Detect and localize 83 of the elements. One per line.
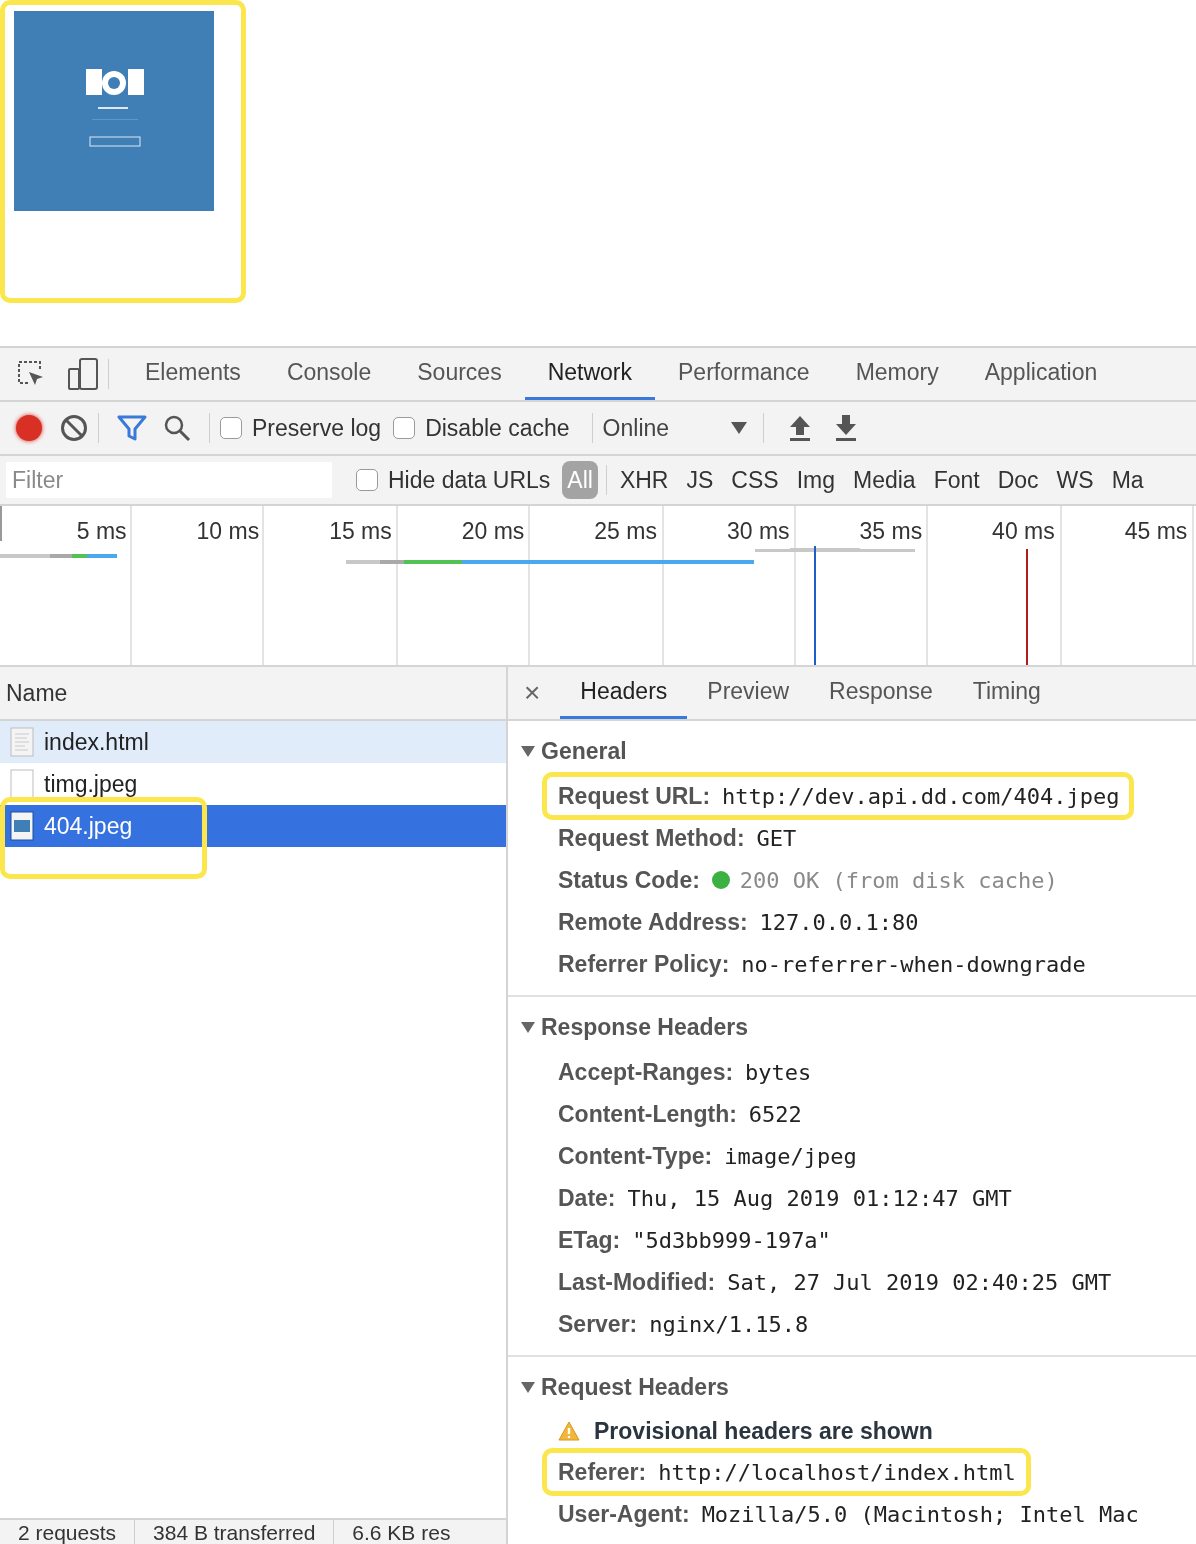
header-value: 127.0.0.1:80 bbox=[759, 908, 919, 937]
type-filter-chip[interactable]: Media bbox=[847, 461, 921, 499]
detail-tab[interactable]: Preview bbox=[687, 667, 810, 719]
checkbox-option[interactable]: Preserve log bbox=[220, 410, 382, 446]
device-toggle-icon[interactable] bbox=[68, 358, 98, 390]
type-filter-chip[interactable]: WS bbox=[1051, 461, 1099, 499]
header-name: Status Code: bbox=[558, 865, 700, 895]
header-value: bytes bbox=[745, 1058, 812, 1087]
status-text: 2 requests bbox=[17, 1521, 118, 1543]
search-icon[interactable] bbox=[163, 414, 191, 442]
request-name: index.html bbox=[44, 727, 149, 757]
request-name: 404.jpeg bbox=[44, 811, 133, 841]
header-value: image/jpeg bbox=[724, 1142, 857, 1171]
checkbox-option[interactable]: Disable cache bbox=[393, 410, 570, 446]
upload-icon[interactable] bbox=[787, 415, 812, 441]
caret-icon[interactable] bbox=[521, 1021, 535, 1033]
header-value: 200 OK (from disk cache) bbox=[739, 866, 1058, 895]
header-name: Date: bbox=[558, 1183, 616, 1213]
header-value: GET bbox=[756, 824, 797, 853]
panel-tab[interactable]: Memory bbox=[832, 348, 962, 400]
request-row[interactable]: index.html bbox=[0, 721, 506, 763]
header-value: Mozilla/5.0 (Macintosh; Intel Mac bbox=[701, 1500, 1139, 1529]
header-name: Request Method: bbox=[558, 823, 745, 853]
panel-tab[interactable]: Console bbox=[263, 348, 395, 400]
header-name: Accept-Ranges: bbox=[558, 1057, 734, 1087]
header-name: Referrer Policy: bbox=[558, 949, 730, 979]
panel-tab[interactable]: Application bbox=[961, 348, 1121, 400]
section-title[interactable]: Request Headers bbox=[541, 1369, 729, 1405]
header-name: ETag: bbox=[558, 1225, 621, 1255]
detail-tab[interactable]: Timing bbox=[952, 667, 1061, 719]
checkbox-option[interactable]: Hide data URLs bbox=[356, 462, 551, 498]
header-name: Content-Length: bbox=[558, 1099, 737, 1129]
type-filter-chip[interactable]: Doc bbox=[992, 461, 1044, 499]
record-button[interactable] bbox=[16, 415, 42, 441]
section-title[interactable]: General bbox=[541, 733, 627, 769]
header-value: http://dev.api.dd.com/404.jpeg bbox=[722, 782, 1120, 811]
header-value: 6522 bbox=[748, 1100, 802, 1129]
header-value: Thu, 15 Aug 2019 01:12:47 GMT bbox=[627, 1184, 1012, 1213]
header-value: no-referrer-when-downgrade bbox=[741, 950, 1086, 979]
throttling-dropdown[interactable]: Online bbox=[602, 410, 753, 446]
header-value: http://localhost/index.html bbox=[658, 1458, 1016, 1487]
header-name: User-Agent: bbox=[558, 1499, 690, 1529]
clear-icon[interactable] bbox=[60, 414, 88, 442]
type-filter-chip[interactable]: Img bbox=[791, 461, 840, 499]
header-name: Last-Modified: bbox=[558, 1267, 716, 1297]
panel-tab[interactable]: Performance bbox=[655, 348, 833, 400]
header-name: Referer: bbox=[558, 1457, 647, 1487]
column-header: Name bbox=[6, 678, 68, 708]
checkbox[interactable] bbox=[220, 417, 242, 439]
detail-tab[interactable]: Response bbox=[809, 667, 953, 719]
warning-message: Provisional headers are shown bbox=[594, 1416, 933, 1446]
file-icon bbox=[10, 769, 34, 799]
type-filter-chip[interactable]: Font bbox=[928, 461, 985, 499]
dropdown-arrow-icon bbox=[730, 422, 747, 434]
panel-tab[interactable]: Sources bbox=[394, 348, 525, 400]
header-value: nginx/1.15.8 bbox=[649, 1310, 809, 1339]
status-text: 6.6 KB res bbox=[351, 1521, 452, 1543]
type-filter-chip[interactable]: Ma bbox=[1106, 461, 1149, 499]
type-filter-chip[interactable]: JS bbox=[681, 461, 719, 499]
header-name: Remote Address: bbox=[558, 907, 748, 937]
close-button[interactable]: × bbox=[524, 667, 541, 719]
image-file-icon bbox=[10, 811, 34, 841]
request-name: timg.jpeg bbox=[44, 769, 138, 799]
header-value: Sat, 27 Jul 2019 02:40:25 GMT bbox=[727, 1268, 1112, 1297]
type-filter-chip[interactable]: CSS bbox=[726, 461, 784, 499]
filter-field[interactable]: Filter bbox=[6, 462, 332, 498]
panel-tab[interactable]: Elements bbox=[122, 348, 264, 400]
header-name: Request URL: bbox=[558, 781, 711, 811]
warning-icon bbox=[558, 1421, 580, 1441]
caret-icon[interactable] bbox=[521, 1381, 535, 1393]
download-icon[interactable] bbox=[833, 415, 858, 441]
detail-tab[interactable]: Headers bbox=[560, 667, 688, 719]
caret-icon[interactable] bbox=[521, 745, 535, 757]
status-text: 384 B transferred bbox=[152, 1521, 317, 1543]
filter-icon[interactable] bbox=[117, 414, 147, 442]
section-title[interactable]: Response Headers bbox=[541, 1009, 749, 1045]
type-filter-chip[interactable]: XHR bbox=[614, 461, 674, 499]
checkbox[interactable] bbox=[356, 469, 378, 491]
checkbox[interactable] bbox=[393, 417, 416, 439]
header-value: "5d3bb999-197a" bbox=[632, 1226, 831, 1255]
header-name: Content-Type: bbox=[558, 1141, 713, 1171]
header-name: Server: bbox=[558, 1309, 638, 1339]
document-icon bbox=[10, 727, 34, 757]
